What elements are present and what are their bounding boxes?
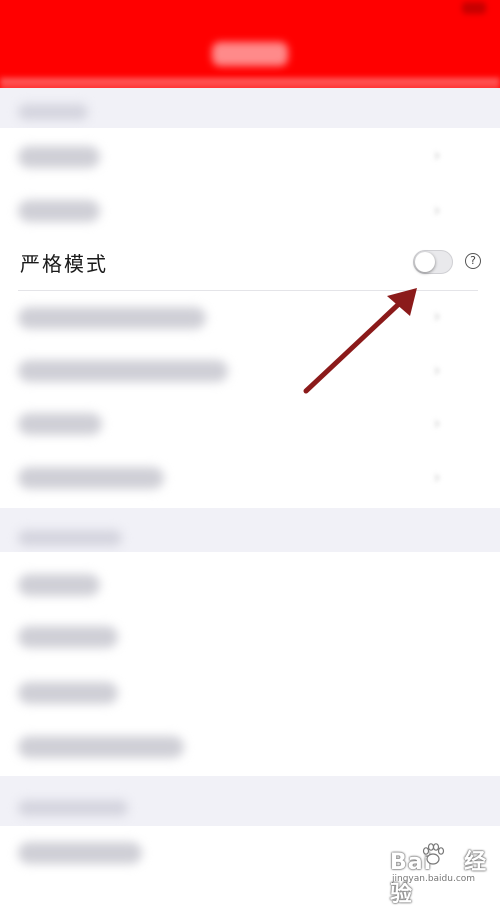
top-header-bar — [0, 0, 500, 88]
settings-row[interactable] — [0, 552, 500, 608]
row-label-blurred — [18, 736, 184, 758]
help-icon[interactable]: ? — [465, 253, 481, 269]
settings-row[interactable] — [0, 664, 500, 718]
settings-row[interactable] — [0, 718, 500, 776]
chevron-right-icon: › — [433, 306, 441, 327]
chevron-right-icon: › — [433, 467, 441, 488]
settings-row[interactable]: › — [0, 128, 500, 183]
paw-icon — [422, 843, 445, 865]
header-title-blurred — [212, 42, 288, 66]
section-header-1 — [0, 88, 500, 128]
row-label-blurred — [18, 200, 100, 222]
settings-row[interactable]: › — [0, 183, 500, 238]
toggle-knob — [415, 252, 435, 272]
settings-row[interactable]: › — [0, 398, 500, 452]
settings-row[interactable]: › — [0, 291, 500, 344]
section-header-3 — [0, 776, 500, 826]
row-label-blurred — [18, 360, 228, 382]
section-title-blurred — [18, 530, 122, 546]
strict-mode-row: 严格模式 ? — [0, 238, 500, 290]
row-label-blurred — [18, 307, 206, 329]
settings-row[interactable]: › — [0, 452, 500, 508]
strict-mode-toggle[interactable] — [413, 250, 453, 274]
row-label-blurred — [18, 682, 118, 704]
chevron-right-icon: › — [433, 145, 441, 166]
strict-mode-label: 严格模式 — [20, 252, 108, 276]
header-corner-blurred — [462, 2, 486, 14]
settings-row[interactable]: › — [0, 344, 500, 398]
chevron-right-icon: › — [433, 413, 441, 434]
chevron-right-icon: › — [433, 360, 441, 381]
section-header-2 — [0, 508, 500, 552]
row-label-blurred — [18, 626, 118, 648]
baidu-jingyan-watermark: Bai 经验 jingyan.baidu.com — [390, 840, 495, 907]
chevron-right-icon: › — [433, 200, 441, 221]
section-title-blurred — [18, 104, 88, 120]
settings-row[interactable] — [0, 608, 500, 664]
row-label-blurred — [18, 146, 100, 168]
row-label-blurred — [18, 413, 102, 435]
row-label-blurred — [18, 842, 142, 864]
row-label-blurred — [18, 574, 100, 596]
watermark-url: jingyan.baidu.com — [392, 874, 476, 884]
section-title-blurred — [18, 800, 128, 816]
row-label-blurred — [18, 467, 164, 489]
